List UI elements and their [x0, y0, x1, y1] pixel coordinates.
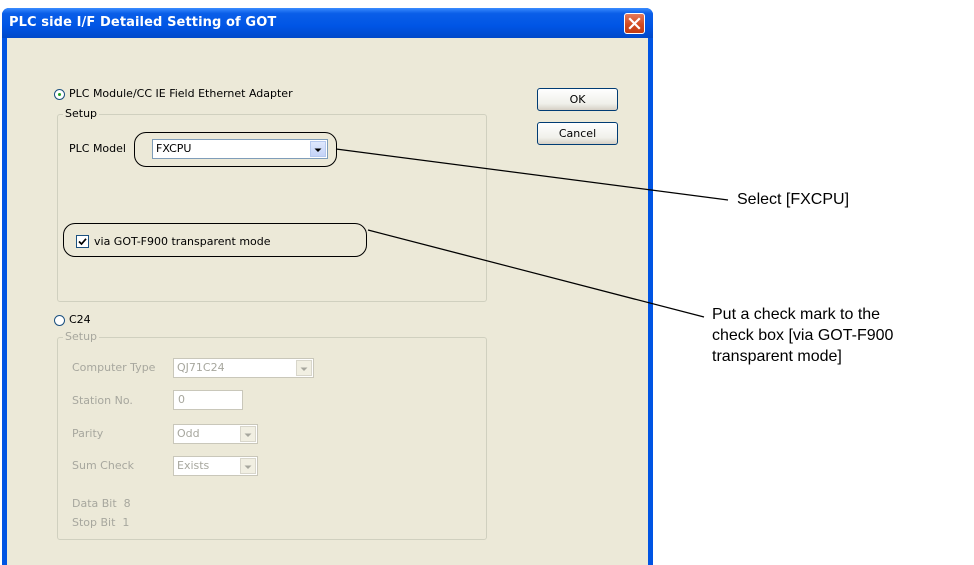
sum-check-dropdown[interactable]: Exists — [173, 456, 258, 476]
annotation-check-mark-line1: Put a check mark to the — [712, 306, 881, 323]
c24-radio[interactable] — [54, 315, 65, 326]
annotation-check-mark: Put a check mark to the check box [via G… — [712, 304, 893, 367]
dialog-window: PLC side I/F Detailed Setting of GOT PLC… — [2, 8, 653, 565]
ok-button[interactable]: OK — [537, 88, 618, 111]
stop-bit-label: Stop Bit 1 — [72, 516, 130, 529]
plc-model-highlight-ellipse — [134, 132, 337, 167]
station-no-field[interactable]: 0 — [173, 390, 243, 410]
station-no-label: Station No. — [72, 394, 133, 407]
parity-label: Parity — [72, 427, 104, 440]
sum-check-value: Exists — [177, 459, 210, 472]
annotation-select-fxcpu: Select [FXCPU] — [737, 191, 850, 208]
chevron-down-icon — [244, 465, 252, 469]
dialog-title: PLC side I/F Detailed Setting of GOT — [9, 15, 277, 30]
c24-label: C24 — [69, 313, 91, 326]
computer-type-value: QJ71C24 — [177, 361, 225, 374]
parity-dropdown-arrow[interactable] — [240, 426, 256, 442]
chevron-down-icon — [244, 433, 252, 437]
plc-module-radio[interactable] — [54, 89, 65, 100]
close-button[interactable] — [624, 13, 645, 34]
computer-type-dropdown-arrow[interactable] — [296, 360, 312, 376]
station-no-value: 0 — [178, 393, 185, 406]
plc-module-label: PLC Module/CC IE Field Ethernet Adapter — [69, 87, 293, 100]
transparent-mode-highlight-ellipse — [63, 223, 367, 257]
computer-type-dropdown[interactable]: QJ71C24 — [173, 358, 314, 378]
chevron-down-icon — [300, 367, 308, 371]
annotation-check-mark-line3: transparent mode] — [712, 348, 842, 365]
parity-value: Odd — [177, 427, 200, 440]
setup-group-c24-legend: Setup — [63, 330, 100, 343]
computer-type-label: Computer Type — [72, 361, 156, 374]
sum-check-dropdown-arrow[interactable] — [240, 458, 256, 474]
annotation-check-mark-line2: check box [via GOT-F900 — [712, 327, 894, 344]
setup-group-plc-legend: Setup — [63, 107, 100, 120]
close-icon — [628, 17, 641, 30]
title-bar[interactable]: PLC side I/F Detailed Setting of GOT — [2, 8, 653, 38]
data-bit-label: Data Bit 8 — [72, 497, 131, 510]
parity-dropdown[interactable]: Odd — [173, 424, 258, 444]
dialog-client-area: PLC Module/CC IE Field Ethernet Adapter … — [7, 38, 648, 565]
plc-model-label: PLC Model — [69, 142, 126, 155]
sum-check-label: Sum Check — [72, 459, 135, 472]
cancel-button[interactable]: Cancel — [537, 122, 618, 145]
